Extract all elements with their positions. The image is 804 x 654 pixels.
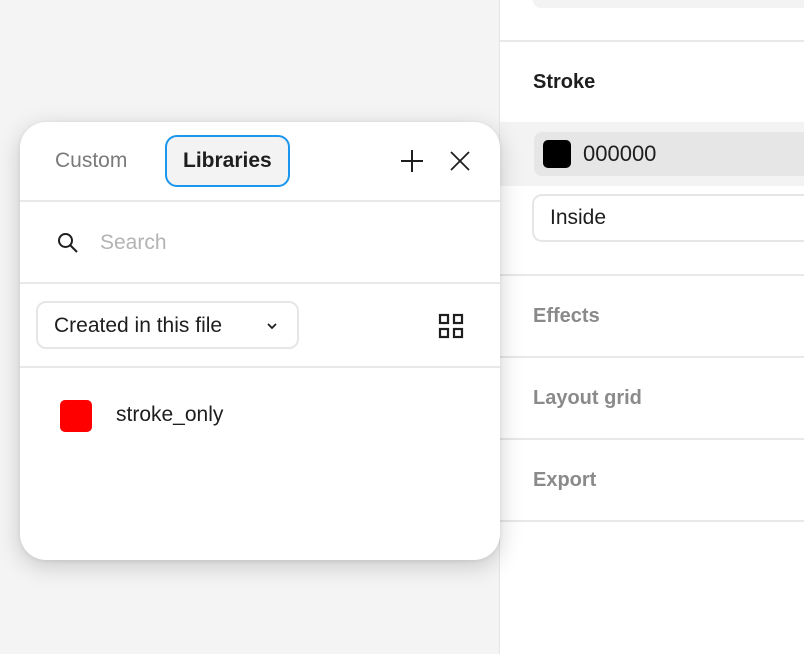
chevron-down-icon	[267, 323, 277, 330]
search-row	[20, 203, 500, 283]
filter-row: Created in this file	[20, 285, 500, 367]
divider	[20, 282, 500, 284]
add-style-button[interactable]	[396, 144, 428, 178]
close-icon	[450, 151, 470, 171]
stroke-position-value: Inside	[550, 206, 607, 229]
previous-field[interactable]	[533, 0, 804, 8]
library-filter-value: Created in this file	[54, 314, 223, 337]
tab-libraries[interactable]: Libraries	[165, 135, 290, 187]
library-filter-dropdown[interactable]: Created in this file	[36, 301, 299, 349]
effects-section-title[interactable]: Effects	[533, 305, 600, 328]
style-picker-popover: Custom Libraries Created in this file	[20, 122, 500, 560]
search-icon	[58, 233, 78, 253]
style-list-item[interactable]: stroke_only	[20, 388, 500, 444]
divider	[500, 40, 804, 42]
divider	[20, 366, 500, 368]
export-section-title[interactable]: Export	[533, 469, 596, 492]
stroke-position-select[interactable]: Inside	[532, 194, 804, 242]
grid-view-button[interactable]	[434, 309, 468, 343]
stroke-color-swatch[interactable]	[543, 140, 571, 168]
divider	[500, 520, 804, 522]
stroke-color-field[interactable]: 000000	[534, 132, 804, 176]
divider	[500, 274, 804, 276]
layout-grid-section-title[interactable]: Layout grid	[533, 387, 642, 410]
tab-custom[interactable]: Custom	[37, 135, 145, 187]
grid-view-icon	[438, 313, 464, 339]
plus-icon	[401, 150, 423, 172]
style-color-swatch	[60, 400, 92, 432]
close-button[interactable]	[444, 144, 476, 178]
divider	[500, 356, 804, 358]
divider	[20, 200, 500, 202]
properties-panel: Stroke 000000 Inside Effects Layout grid…	[499, 0, 804, 654]
stroke-color-hex[interactable]: 000000	[583, 141, 656, 167]
search-input[interactable]	[100, 225, 460, 261]
stroke-section-title: Stroke	[533, 71, 596, 93]
divider	[500, 438, 804, 440]
style-name: stroke_only	[116, 403, 224, 426]
popover-header: Custom Libraries	[20, 122, 500, 202]
